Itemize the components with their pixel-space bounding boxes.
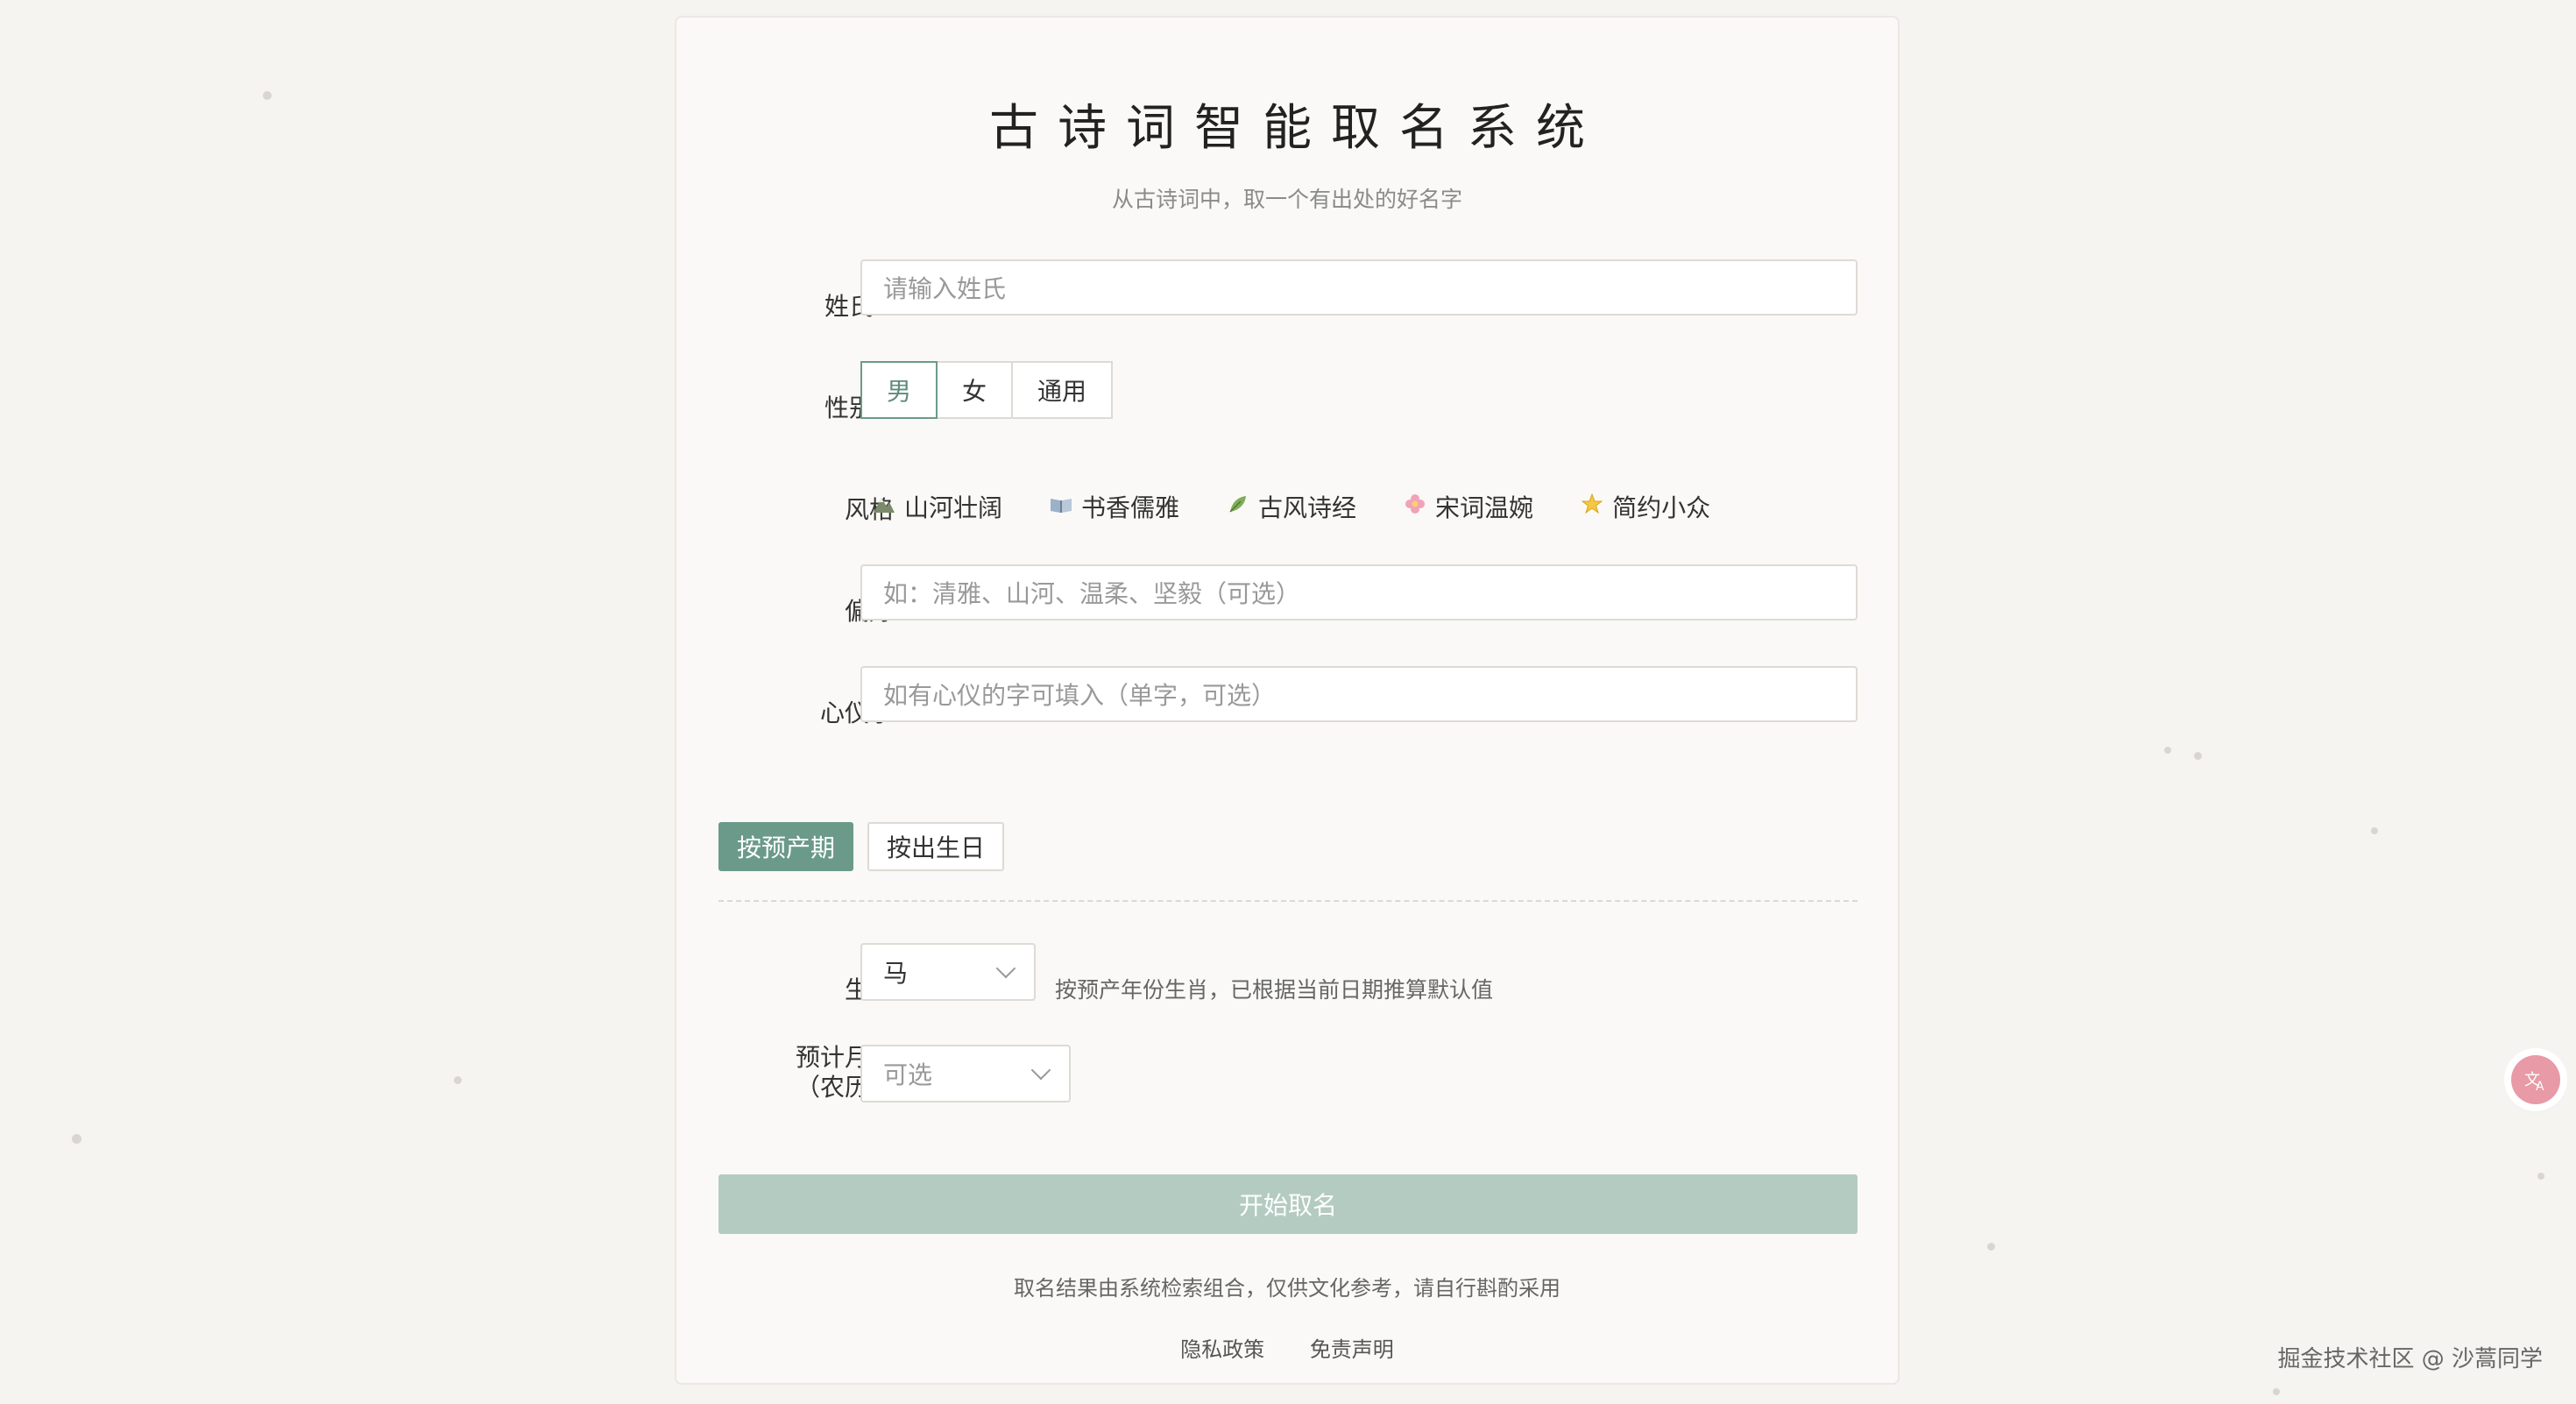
chevron-down-icon (1030, 1060, 1051, 1081)
flower-icon (1404, 493, 1426, 520)
background-dot (2273, 1388, 2280, 1395)
mode-birth-date-button[interactable]: 按出生日 (867, 822, 1004, 871)
style-option-label: 古风诗经 (1258, 493, 1357, 522)
style-option-ancient[interactable]: 古风诗经 (1227, 489, 1356, 524)
background-dot (2537, 1173, 2544, 1180)
favorite-char-input[interactable]: 如有心仪的字可填入（单字，可选） (860, 666, 1858, 722)
gender-option-unisex[interactable]: 通用 (1011, 361, 1113, 419)
background-dot (2194, 752, 2202, 760)
style-option-label: 宋词温婉 (1435, 493, 1534, 522)
chevron-down-icon (995, 958, 1016, 979)
style-option-label: 简约小众 (1612, 493, 1711, 522)
style-option-book[interactable]: 书香儒雅 (1050, 489, 1179, 524)
section-divider (718, 900, 1858, 902)
style-option-mountain[interactable]: 山河壮阔 (873, 489, 1002, 524)
zodiac-hint: 按预产年份生肖，已根据当前日期推算默认值 (1055, 977, 1494, 1003)
background-dot (454, 1076, 462, 1084)
style-option-label: 山河壮阔 (904, 493, 1003, 522)
page-subtitle: 从古诗词中，取一个有出处的好名字 (1111, 187, 1462, 212)
naming-form-card: 古诗词智能取名系统 从古诗词中，取一个有出处的好名字 姓氏• 请输入姓氏 性别•… (675, 16, 1900, 1385)
page-title: 古诗词智能取名系统 (989, 100, 1604, 157)
due-month-select[interactable]: 可选 (860, 1045, 1071, 1103)
gender-option-male[interactable]: 男 (860, 361, 938, 419)
due-month-placeholder: 可选 (883, 1060, 933, 1089)
favorite-char-placeholder: 如有心仪的字可填入（单字，可选） (883, 681, 1277, 710)
start-naming-button[interactable]: 开始取名 (718, 1174, 1858, 1234)
leaf-icon (1227, 493, 1249, 520)
style-option-minimal[interactable]: 简约小众 (1581, 489, 1710, 524)
privacy-policy-link[interactable]: 隐私政策 (1180, 1337, 1264, 1362)
gender-selector: 男 女 通用 (860, 361, 1113, 419)
disclaimer-text: 取名结果由系统检索组合，仅供文化参考，请自行斟酌采用 (1014, 1276, 1560, 1301)
zodiac-select[interactable]: 马 (860, 943, 1036, 1001)
background-dot (263, 91, 272, 100)
gender-option-female[interactable]: 女 (936, 361, 1013, 419)
watermark: 掘金技术社区 @ 沙蒿同学 (2277, 1346, 2543, 1372)
mountain-icon (873, 494, 895, 519)
book-icon (1050, 494, 1072, 519)
footer-links: 隐私政策 免责声明 (676, 1332, 1898, 1363)
background-dot (2371, 827, 2378, 834)
style-option-label: 书香儒雅 (1081, 493, 1180, 522)
surname-input[interactable]: 请输入姓氏 (860, 259, 1858, 316)
zodiac-value: 马 (883, 959, 909, 988)
svg-text:A: A (2536, 1080, 2544, 1094)
translate-icon[interactable]: 文A (2511, 1055, 2560, 1104)
star-icon (1581, 493, 1603, 520)
preference-input[interactable]: 如：清雅、山河、温柔、坚毅（可选） (860, 564, 1858, 620)
style-options: 山河壮阔 书香儒雅 古风诗经 宋词温婉 简约小众 (873, 489, 1758, 524)
background-dot (1987, 1243, 1995, 1251)
background-dot (72, 1134, 81, 1144)
preference-placeholder: 如：清雅、山河、温柔、坚毅（可选） (883, 579, 1301, 608)
surname-placeholder: 请输入姓氏 (883, 274, 1007, 303)
background-dot (2164, 747, 2171, 754)
disclaimer-link[interactable]: 免责声明 (1310, 1337, 1394, 1362)
mode-due-date-button[interactable]: 按预产期 (718, 822, 853, 871)
style-option-songci[interactable]: 宋词温婉 (1404, 489, 1533, 524)
